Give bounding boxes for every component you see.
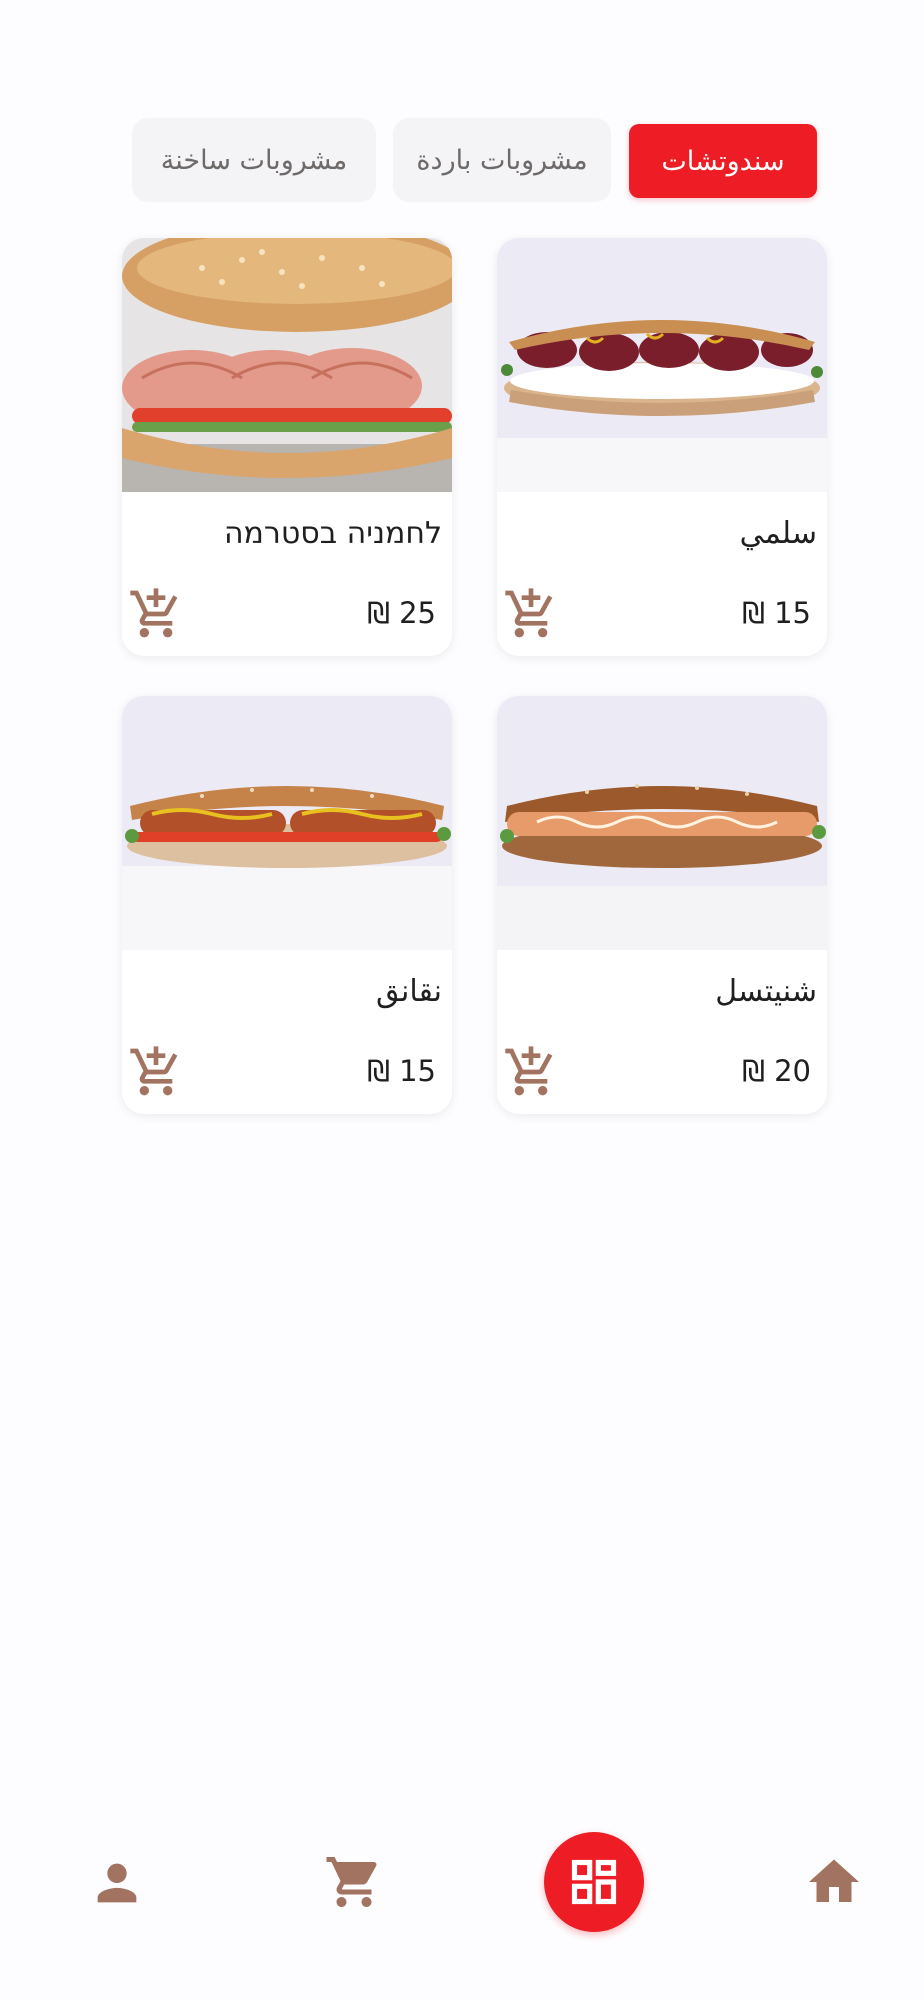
product-name: شنيتسل [715, 974, 817, 1009]
tab-label: سندوتشات [661, 145, 785, 177]
nav-cart[interactable] [324, 1852, 384, 1912]
product-price: 15 ₪ [367, 1054, 436, 1088]
tab-sandwiches[interactable]: سندوتشات [629, 124, 817, 198]
tab-label: مشروبات باردة [416, 144, 588, 176]
product-image [497, 238, 827, 492]
product-image [122, 696, 452, 950]
nav-profile[interactable] [88, 1854, 146, 1912]
dashboard-icon [571, 1859, 617, 1905]
product-card[interactable]: نقانق 15 ₪ [122, 696, 452, 1114]
person-icon [97, 1863, 137, 1903]
bottom-navigation [0, 1830, 924, 1940]
product-image [497, 696, 827, 950]
product-price: 20 ₪ [742, 1054, 811, 1088]
add-to-cart-icon[interactable] [503, 1044, 559, 1100]
add-to-cart-icon[interactable] [128, 1044, 184, 1100]
tab-hot-drinks[interactable]: مشروبات ساخنة [132, 118, 376, 202]
product-image [122, 238, 452, 492]
nav-home[interactable] [804, 1852, 864, 1912]
product-card[interactable]: سلمي 15 ₪ [497, 238, 827, 656]
app-screen: سندوتشات مشروبات باردة مشروبات ساخنة سلم… [0, 0, 924, 2000]
category-tabs: سندوتشات مشروبات باردة مشروبات ساخنة [0, 118, 924, 204]
tab-label: مشروبات ساخنة [160, 144, 348, 176]
product-name: سلمي [739, 516, 817, 551]
add-to-cart-icon[interactable] [503, 586, 559, 642]
nav-menu[interactable] [544, 1832, 644, 1932]
product-name: לחמניה בסטרמה [223, 516, 442, 551]
product-card[interactable]: شنيتسل 20 ₪ [497, 696, 827, 1114]
add-to-cart-icon[interactable] [128, 586, 184, 642]
shopping-cart-icon [326, 1857, 377, 1907]
product-card[interactable]: לחמניה בסטרמה 25 ₪ [122, 238, 452, 656]
home-icon [809, 1859, 859, 1902]
product-price: 15 ₪ [742, 596, 811, 630]
product-name: نقانق [375, 974, 442, 1009]
product-price: 25 ₪ [367, 596, 436, 630]
tab-cold-drinks[interactable]: مشروبات باردة [393, 118, 611, 202]
